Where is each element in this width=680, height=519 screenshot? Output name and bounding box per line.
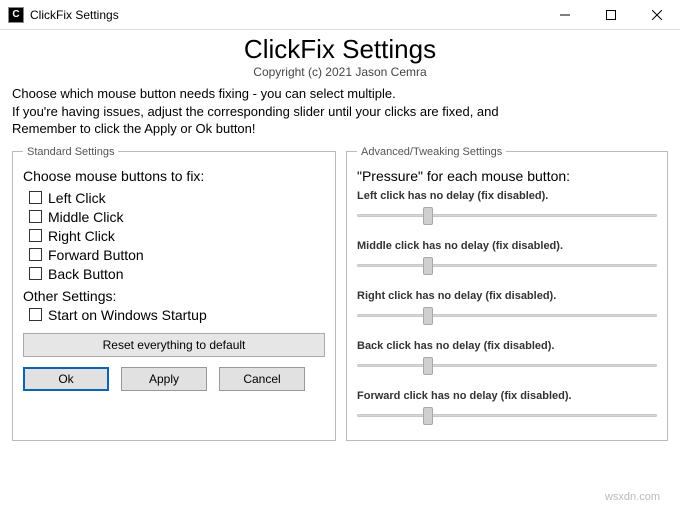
minimize-icon — [560, 10, 570, 20]
other-settings-label: Other Settings: — [23, 288, 325, 304]
slider-label: Right click has no delay (fix disabled). — [357, 290, 657, 302]
checkbox-right-click-row[interactable]: Right Click — [29, 228, 325, 244]
intro-line-1: Choose which mouse button needs fixing -… — [12, 86, 396, 101]
close-button[interactable] — [634, 0, 680, 30]
close-icon — [652, 10, 662, 20]
checkbox-label: Start on Windows Startup — [48, 307, 207, 323]
checkbox-icon — [29, 308, 42, 321]
slider-label: Back click has no delay (fix disabled). — [357, 340, 657, 352]
slider-thumb-icon — [423, 407, 433, 425]
maximize-icon — [606, 10, 616, 20]
intro-line-2: If you're having issues, adjust the corr… — [12, 104, 499, 119]
slider-right[interactable] — [357, 306, 657, 326]
slider-back[interactable] — [357, 356, 657, 376]
slider-middle[interactable] — [357, 256, 657, 276]
checkbox-icon — [29, 191, 42, 204]
standard-legend: Standard Settings — [23, 146, 118, 158]
checkbox-forward-button-row[interactable]: Forward Button — [29, 247, 325, 263]
reset-button[interactable]: Reset everything to default — [23, 333, 325, 357]
apply-button[interactable]: Apply — [121, 367, 207, 391]
slider-rail — [357, 214, 657, 217]
slider-left[interactable] — [357, 206, 657, 226]
checkbox-middle-click-row[interactable]: Middle Click — [29, 209, 325, 225]
slider-label: Left click has no delay (fix disabled). — [357, 190, 657, 202]
checkbox-label: Back Button — [48, 266, 124, 282]
checkbox-icon — [29, 267, 42, 280]
checkbox-icon — [29, 229, 42, 242]
slider-middle-click: Middle click has no delay (fix disabled)… — [357, 240, 657, 276]
standard-settings-group: Standard Settings Choose mouse buttons t… — [12, 146, 336, 441]
titlebar: C ClickFix Settings — [0, 0, 680, 30]
app-icon: C — [8, 7, 24, 23]
advanced-settings-group: Advanced/Tweaking Settings "Pressure" fo… — [346, 146, 668, 441]
checkbox-left-click-row[interactable]: Left Click — [29, 190, 325, 206]
slider-forward[interactable] — [357, 406, 657, 426]
slider-thumb-icon — [423, 357, 433, 375]
slider-label: Forward click has no delay (fix disabled… — [357, 390, 657, 402]
ok-button[interactable]: Ok — [23, 367, 109, 391]
slider-rail — [357, 364, 657, 367]
checkbox-label: Left Click — [48, 190, 106, 206]
checkbox-back-button-row[interactable]: Back Button — [29, 266, 325, 282]
dialog-buttons: Ok Apply Cancel — [23, 367, 325, 391]
checkbox-label: Right Click — [48, 228, 115, 244]
slider-left-click: Left click has no delay (fix disabled). — [357, 190, 657, 226]
slider-rail — [357, 314, 657, 317]
slider-label: Middle click has no delay (fix disabled)… — [357, 240, 657, 252]
advanced-legend: Advanced/Tweaking Settings — [357, 146, 506, 158]
intro-line-3: Remember to click the Apply or Ok button… — [12, 121, 256, 136]
slider-forward-click: Forward click has no delay (fix disabled… — [357, 390, 657, 426]
slider-thumb-icon — [423, 307, 433, 325]
slider-back-click: Back click has no delay (fix disabled). — [357, 340, 657, 376]
cancel-button[interactable]: Cancel — [219, 367, 305, 391]
slider-right-click: Right click has no delay (fix disabled). — [357, 290, 657, 326]
intro-text: Choose which mouse button needs fixing -… — [12, 85, 668, 138]
checkbox-icon — [29, 248, 42, 261]
slider-thumb-icon — [423, 207, 433, 225]
slider-rail — [357, 264, 657, 267]
content-area: ClickFix Settings Copyright (c) 2021 Jas… — [0, 30, 680, 441]
checkbox-label: Middle Click — [48, 209, 123, 225]
pressure-label: "Pressure" for each mouse button: — [357, 168, 657, 184]
window-title: ClickFix Settings — [30, 8, 119, 22]
checkbox-startup-row[interactable]: Start on Windows Startup — [29, 307, 325, 323]
minimize-button[interactable] — [542, 0, 588, 30]
watermark-text: wsxdn.com — [605, 491, 660, 503]
maximize-button[interactable] — [588, 0, 634, 30]
slider-thumb-icon — [423, 257, 433, 275]
choose-buttons-label: Choose mouse buttons to fix: — [23, 168, 325, 184]
slider-rail — [357, 414, 657, 417]
checkbox-icon — [29, 210, 42, 223]
page-title: ClickFix Settings — [12, 34, 668, 65]
copyright-text: Copyright (c) 2021 Jason Cemra — [12, 65, 668, 79]
checkbox-label: Forward Button — [48, 247, 144, 263]
